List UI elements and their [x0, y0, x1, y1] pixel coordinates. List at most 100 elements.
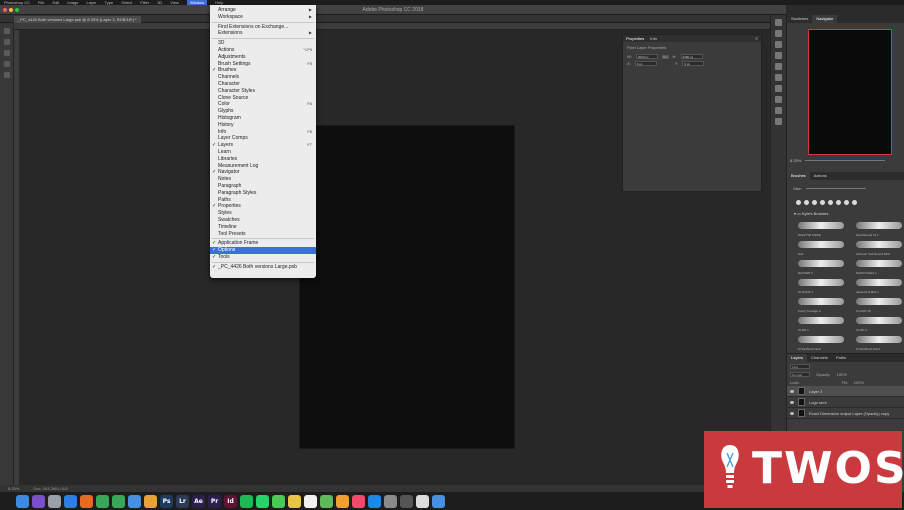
dock-downloads-icon[interactable] [432, 494, 445, 508]
brush-tip-icon[interactable] [820, 200, 825, 205]
dock-photoshop-icon[interactable]: Ps [160, 494, 173, 508]
dock-calendar-icon[interactable] [304, 494, 317, 508]
layer-row[interactable]: Layer 3 [787, 386, 904, 397]
window-menu-item-adjustments[interactable]: Adjustments [210, 54, 316, 61]
brush-tool-icon[interactable] [4, 72, 10, 78]
opacity-value[interactable]: 100% [837, 372, 847, 377]
tab-navigator[interactable]: Navigator [812, 15, 838, 23]
window-menu-item-notes[interactable]: Notes [210, 176, 316, 183]
libraries-icon[interactable] [775, 118, 782, 125]
window-menu-item-find-extensions-on-exchange[interactable]: Find Extensions on Exchange... [210, 24, 316, 31]
dock-chrome-icon[interactable] [96, 494, 109, 508]
tab-channels[interactable]: Channels [807, 354, 832, 362]
window-menu-item-brushes[interactable]: ✓ Brushes [210, 67, 316, 74]
clone-source-icon[interactable] [775, 74, 782, 81]
navigator-zoom-value[interactable]: 8.33% [790, 158, 801, 163]
brush-preset[interactable]: Airbrush Soft Round 50% [854, 239, 904, 256]
visibility-eye-icon[interactable] [790, 400, 794, 404]
link-dimensions-button[interactable]: GO [661, 54, 669, 59]
window-menu-item-swatches[interactable]: Swatches [210, 217, 316, 224]
dock-siri-icon[interactable] [32, 494, 45, 508]
window-menu-item-arrange[interactable]: Arrange ▶ [210, 7, 316, 14]
dock-safari-icon[interactable] [64, 494, 77, 508]
kind-filter-select[interactable]: Kind [790, 363, 810, 369]
x-field[interactable]: 0 px [634, 61, 657, 66]
window-menu-item-clone-source[interactable]: Clone Source [210, 95, 316, 102]
brush-preset[interactable]: SCRATCHES 1 [854, 258, 904, 275]
tab-brushes[interactable]: Brushes [787, 172, 810, 180]
character-icon[interactable] [775, 85, 782, 92]
tab-actions[interactable]: Actions [810, 172, 831, 180]
window-menu-item-learn[interactable]: Learn [210, 149, 316, 156]
marquee-tool-icon[interactable] [4, 39, 10, 45]
brush-tip-icon[interactable] [836, 200, 841, 205]
brush-preset[interactable]: DUSTER 2 [796, 258, 852, 275]
window-menu-item-tools[interactable]: ✓ Tools [210, 254, 316, 261]
window-menu-item-brush-settings[interactable]: Brush Settings F5 [210, 61, 316, 68]
window-menu-item-styles[interactable]: Styles [210, 210, 316, 217]
visibility-eye-icon[interactable] [790, 411, 794, 415]
dock-photos-icon[interactable] [144, 494, 157, 508]
brush-preset[interactable]: CLOD 1 [796, 315, 852, 332]
window-menu-item-history[interactable]: History [210, 122, 316, 129]
document-tab[interactable]: _PC_4426 Both versions Large.psb @ 8.33%… [14, 16, 141, 23]
width-field[interactable]: 3020 px [635, 54, 658, 59]
window-menu-item-options[interactable]: ✓ Options [210, 247, 316, 254]
dock-whatsapp-icon[interactable] [256, 494, 269, 508]
window-menu-item-properties[interactable]: ✓ Properties [210, 203, 316, 210]
window-menu-item-3d[interactable]: 3D [210, 40, 316, 47]
window-menu-item-pc-4426-both-versions-large-psb[interactable]: ✓ _PC_4426 Both versions Large.psb [210, 264, 316, 271]
window-menu-item-libraries[interactable]: Libraries [210, 156, 316, 163]
window-menu-item-tool-presets[interactable]: Tool Presets [210, 231, 316, 238]
dock-premiere-icon[interactable]: Pr [208, 494, 221, 508]
dock-finder-icon[interactable] [16, 494, 29, 508]
status-zoom[interactable]: 8.33% [8, 485, 19, 492]
window-menu-item-paths[interactable]: Paths [210, 197, 316, 204]
brush-preset[interactable]: PALETTE KNIFE [796, 220, 852, 237]
window-menu-item-channels[interactable]: Channels [210, 74, 316, 81]
window-menu-item-actions[interactable]: Actions ⌥F9 [210, 47, 316, 54]
window-menu-item-layers[interactable]: ✓ Layers F7 [210, 142, 316, 149]
tab-swatches[interactable]: Swatches [787, 15, 812, 23]
dock-launchpad-icon[interactable] [48, 494, 61, 508]
3d-icon[interactable] [775, 107, 782, 114]
brush-preset[interactable]: KYLE Brush Soft [796, 334, 852, 351]
adjustments-icon[interactable] [775, 52, 782, 59]
brush-settings-icon[interactable] [775, 63, 782, 70]
dock-notes-icon[interactable] [288, 494, 301, 508]
dock-messages-icon[interactable] [272, 494, 285, 508]
dock-firefox-icon[interactable] [80, 494, 93, 508]
dock-chrome-2-icon[interactable] [112, 494, 125, 508]
navigator-zoom-slider[interactable] [805, 160, 886, 161]
tab-info[interactable]: Info [650, 35, 657, 42]
move-tool-icon[interactable] [4, 28, 10, 34]
window-menu-item-layer-comps[interactable]: Layer Comps [210, 135, 316, 142]
dock-indesign-icon[interactable]: Id [224, 494, 237, 508]
window-menu-item-color[interactable]: Color F6 [210, 101, 316, 108]
brush-preset[interactable]: KYLE Brush Hard [854, 334, 904, 351]
window-menu-item-measurement-log[interactable]: Measurement Log [210, 163, 316, 170]
window-menu-item-paragraph-styles[interactable]: Paragraph Styles [210, 190, 316, 197]
brush-tip-icon[interactable] [796, 200, 801, 205]
dock-music-icon[interactable] [352, 494, 365, 508]
layer-row[interactable]: Exact Dimension output Layer (Opacity) c… [787, 408, 904, 419]
brush-preset[interactable]: Hard Round 16 1 [854, 220, 904, 237]
color-icon[interactable] [775, 30, 782, 37]
brush-preset[interactable]: Fuzzy Smudge 3 [796, 296, 852, 313]
dock-photos-2-icon[interactable] [336, 494, 349, 508]
dock-maps-icon[interactable] [320, 494, 333, 508]
brush-preset[interactable]: Jacked Ink Blot 1 [854, 277, 904, 294]
window-menu-item-navigator[interactable]: ✓ Navigator [210, 169, 316, 176]
dock-textedit-icon[interactable] [416, 494, 429, 508]
window-menu-item-extensions[interactable]: Extensions ▶ [210, 30, 316, 37]
navigator-preview[interactable] [808, 29, 892, 155]
brush-size-slider[interactable] [805, 188, 866, 189]
window-menu-item-glyphs[interactable]: Glyphs [210, 108, 316, 115]
brush-preset[interactable]: CLOUDS 1 [796, 277, 852, 294]
window-menu-item-paragraph[interactable]: Paragraph [210, 183, 316, 190]
brush-preset[interactable]: CLOD 3 [854, 315, 904, 332]
dock-spotify-icon[interactable] [240, 494, 253, 508]
lasso-tool-icon[interactable] [4, 50, 10, 56]
fill-value[interactable]: 100% [854, 380, 864, 385]
brush-tip-icon[interactable] [812, 200, 817, 205]
